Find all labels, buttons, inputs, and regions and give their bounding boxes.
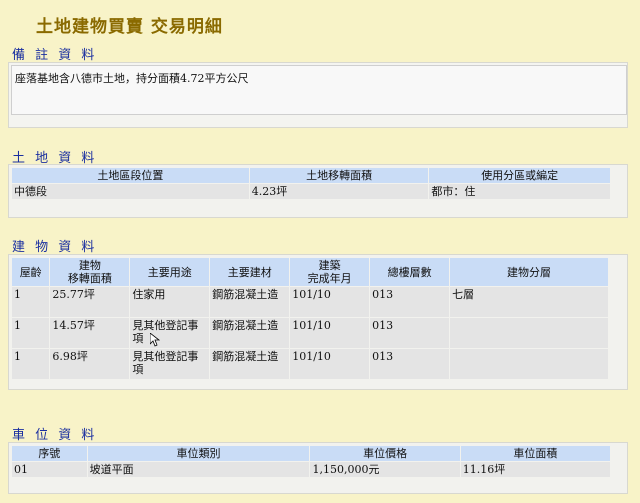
- remarks-section-title: 備 註 資 料: [12, 48, 98, 63]
- parking-table-cell: 坡道平面: [87, 462, 310, 477]
- building-table-cell: 14.57坪: [50, 318, 130, 348]
- mouse-pointer-icon: [150, 333, 160, 347]
- parking-header-cell: 車位價格: [310, 446, 460, 461]
- land-table-cell: 4.23坪: [249, 184, 429, 199]
- land-header-cell: 土地移轉面積: [249, 168, 429, 183]
- building-table-cell: 1: [12, 349, 50, 379]
- building-table-cell: 見其他登記事項: [130, 349, 210, 379]
- building-table-cell: 25.77坪: [50, 287, 130, 317]
- building-table-cell: 鋼筋混凝土造: [210, 349, 290, 379]
- remarks-text: 座落基地含八德市土地，持分面積4.72平方公尺: [15, 72, 249, 85]
- parking-header-cell: 車位面積: [460, 446, 610, 461]
- building-table-cell: 住家用: [130, 287, 210, 317]
- building-header-cell: 建築 完成年月: [290, 258, 370, 286]
- building-table-cell: 101/10: [290, 287, 370, 317]
- building-table-cell: 見其他登記事項: [130, 318, 210, 348]
- parking-table: 序號 車位類別 車位價格 車位面積 01 坡道平面 1,150,000元 11.16坪: [11, 445, 611, 478]
- parking-panel: 序號 車位類別 車位價格 車位面積 01 坡道平面 1,150,000元 11.16坪: [8, 442, 628, 494]
- building-table-row: 1 6.98坪 見其他登記事項 鋼筋混凝土造 101/10 013: [12, 349, 608, 379]
- building-table-cell: 6.98坪: [50, 349, 130, 379]
- land-table: 土地區段位置 土地移轉面積 使用分區或編定 中德段 4.23坪 都市：住: [11, 167, 611, 200]
- building-table-cell: 鋼筋混凝土造: [210, 318, 290, 348]
- building-header-cell: 建物分層: [450, 258, 608, 286]
- building-table-cell: [450, 349, 608, 379]
- parking-table-cell: 1,150,000元: [310, 462, 460, 477]
- parking-table-cell: 11.16坪: [460, 462, 610, 477]
- building-table-cell: 013: [370, 318, 450, 348]
- building-header-cell: 屋齡: [12, 258, 50, 286]
- building-header-cell: 主要用途: [130, 258, 210, 286]
- building-table: 屋齡 建物 移轉面積 主要用途 主要建材 建築 完成年月 總樓層數 建物分層 1 25.77坪…: [11, 257, 609, 380]
- building-table-cell: 七層: [450, 287, 608, 317]
- land-header-cell: 使用分區或編定: [429, 168, 610, 183]
- building-table-cell: [450, 318, 608, 348]
- land-header-cell: 土地區段位置: [12, 168, 249, 183]
- land-table-cell: 中德段: [12, 184, 249, 199]
- building-table-cell: 1: [12, 318, 50, 348]
- parking-table-row: 01 坡道平面 1,150,000元 11.16坪: [12, 462, 610, 477]
- building-table-cell: 101/10: [290, 349, 370, 379]
- land-table-cell: 都市：住: [429, 184, 610, 199]
- building-table-cell: 013: [370, 287, 450, 317]
- parking-table-cell: 01: [12, 462, 87, 477]
- building-header-cell: 建物 移轉面積: [50, 258, 130, 286]
- land-panel: 土地區段位置 土地移轉面積 使用分區或編定 中德段 4.23坪 都市：住: [8, 164, 628, 218]
- remarks-panel: 座落基地含八德市土地，持分面積4.72平方公尺: [8, 62, 628, 128]
- remarks-box: 座落基地含八德市土地，持分面積4.72平方公尺: [11, 65, 627, 115]
- building-header-cell: 主要建材: [210, 258, 290, 286]
- building-table-row: 1 25.77坪 住家用 鋼筋混凝土造 101/10 013 七層: [12, 287, 608, 317]
- parking-section-title: 車 位 資 料: [12, 428, 98, 443]
- parking-header-cell: 車位類別: [87, 446, 310, 461]
- land-table-row: 中德段 4.23坪 都市：住: [12, 184, 610, 199]
- page-title: 土地建物買賣 交易明細: [36, 17, 223, 37]
- parking-header-cell: 序號: [12, 446, 87, 461]
- building-table-cell: 1: [12, 287, 50, 317]
- building-table-cell: 013: [370, 349, 450, 379]
- building-table-cell: 鋼筋混凝土造: [210, 287, 290, 317]
- building-table-cell: 101/10: [290, 318, 370, 348]
- building-panel: 屋齡 建物 移轉面積 主要用途 主要建材 建築 完成年月 總樓層數 建物分層 1 25.77坪…: [8, 254, 628, 390]
- building-table-row: 1 14.57坪 見其他登記事項 鋼筋混凝土造 101/10 013: [12, 318, 608, 348]
- building-header-cell: 總樓層數: [370, 258, 450, 286]
- building-section-title: 建 物 資 料: [12, 240, 98, 255]
